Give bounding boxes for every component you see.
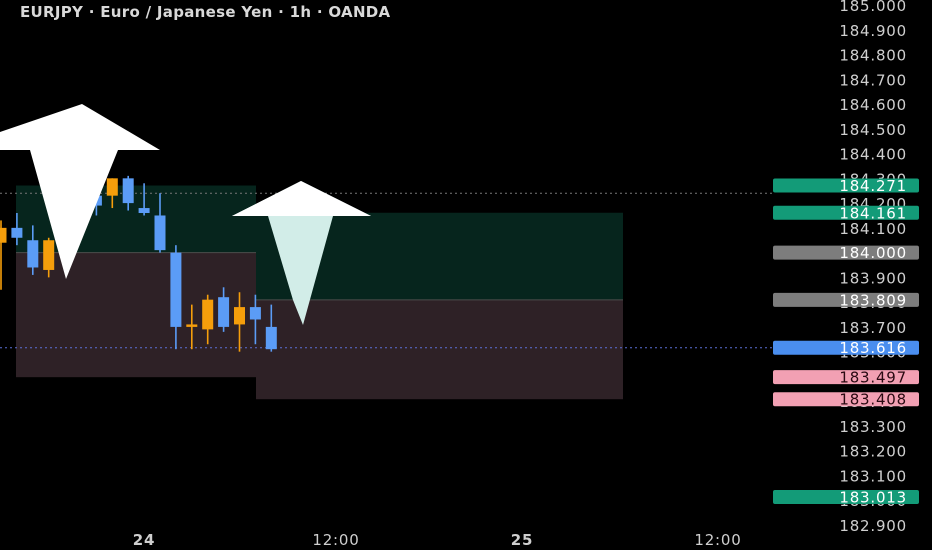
stop-zone	[256, 299, 623, 400]
price-tick-label: 183.100	[839, 467, 907, 485]
time-tick-label: 12:00	[312, 531, 359, 549]
price-label-badge: 184.271	[773, 177, 919, 195]
candle-body	[170, 252, 182, 327]
price-label-text: 183.408	[839, 391, 907, 409]
candle-body	[27, 240, 39, 268]
price-label-badge: 183.809	[773, 291, 919, 309]
time-tick-label: 25	[511, 531, 533, 549]
price-tick-label: 184.100	[839, 220, 907, 238]
price-label-text: 183.497	[839, 369, 907, 387]
price-label-badge: 183.616	[773, 339, 919, 357]
candle-body	[249, 307, 261, 320]
price-label-badge: 184.161	[773, 204, 919, 222]
price-label-text: 184.000	[839, 244, 907, 262]
price-tick-label: 184.500	[839, 121, 907, 139]
price-label-text: 184.271	[839, 177, 907, 195]
candle-body	[218, 297, 230, 327]
price-label-badge: 184.000	[773, 244, 919, 262]
time-tick-label: 12:00	[694, 531, 741, 549]
price-label-text: 183.013	[839, 489, 907, 507]
price-label-text: 183.809	[839, 291, 907, 309]
price-label-badge: 183.408	[773, 391, 919, 409]
price-label-text: 184.161	[839, 204, 907, 222]
price-tick-label: 182.900	[839, 517, 907, 535]
candle-body	[202, 299, 214, 330]
candle-body	[186, 324, 198, 327]
price-label-badge: 183.497	[773, 369, 919, 387]
price-tick-label: 183.700	[839, 319, 907, 337]
price-tick-label: 184.900	[839, 22, 907, 40]
candle-body	[138, 208, 150, 213]
chart-title: EURJPY · Euro / Japanese Yen · 1h · OAND…	[20, 3, 391, 21]
price-tick-label: 185.000	[839, 0, 907, 15]
candle-body	[0, 227, 7, 243]
price-tick-label: 184.700	[839, 71, 907, 89]
candle-body	[106, 178, 118, 196]
price-tick-label: 183.300	[839, 418, 907, 436]
price-tick-label: 184.400	[839, 146, 907, 164]
price-tick-label: 184.800	[839, 47, 907, 65]
time-tick-label: 24	[133, 531, 155, 549]
price-chart[interactable]: 185.000 184.900 184.800 184.700 184.600 184.5…	[0, 0, 932, 550]
price-tick-label: 184.600	[839, 96, 907, 114]
candle-body	[11, 227, 23, 238]
candle-body	[154, 215, 166, 251]
price-tick-label: 183.200	[839, 443, 907, 461]
price-label-badge: 183.013	[773, 489, 919, 507]
candle-body	[265, 326, 277, 350]
candle-body	[122, 178, 134, 204]
price-tick-label: 183.900	[839, 269, 907, 287]
price-label-text: 183.616	[839, 339, 907, 357]
candle-body	[234, 307, 245, 325]
candle-body	[43, 240, 55, 270]
